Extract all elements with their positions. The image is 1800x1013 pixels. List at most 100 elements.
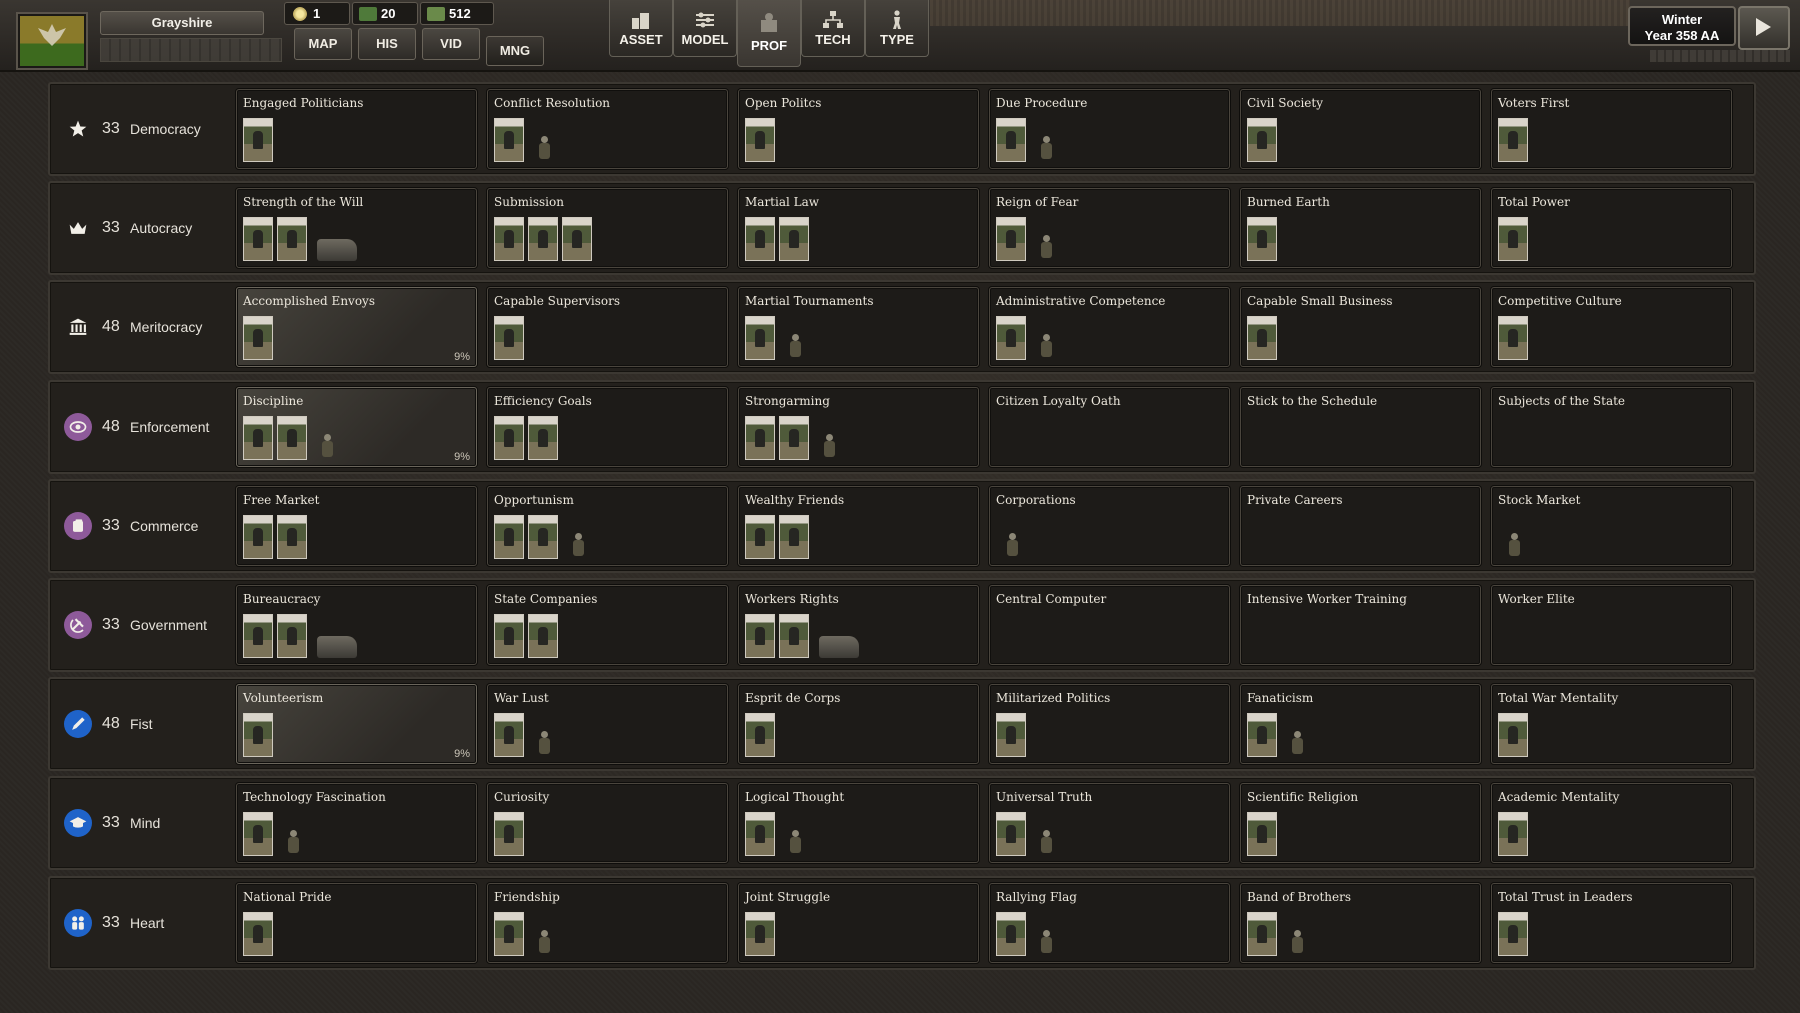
policy-card[interactable]: Free Market xyxy=(236,486,477,566)
unit-card-thumbnail[interactable] xyxy=(1498,812,1528,856)
unit-card-thumbnail[interactable] xyxy=(243,515,273,559)
unit-figure-icon[interactable] xyxy=(819,432,841,460)
tool-asset-button[interactable]: ASSET xyxy=(609,0,673,57)
unit-card-thumbnail[interactable] xyxy=(996,217,1026,261)
unit-card-thumbnail[interactable] xyxy=(1247,912,1277,956)
unit-card-thumbnail[interactable] xyxy=(494,118,524,162)
unit-figure-icon[interactable] xyxy=(283,828,305,856)
policy-card[interactable]: Workers Rights xyxy=(738,585,979,665)
unit-card-thumbnail[interactable] xyxy=(243,217,273,261)
nav-tab-his[interactable]: HIS xyxy=(358,28,416,60)
policy-card[interactable]: Universal Truth xyxy=(989,783,1230,863)
policy-card[interactable]: Reign of Fear xyxy=(989,188,1230,268)
policy-card[interactable]: Strongarming xyxy=(738,387,979,467)
policy-card[interactable]: Martial Tournaments xyxy=(738,287,979,367)
unit-card-thumbnail[interactable] xyxy=(745,416,775,460)
unit-figure-icon[interactable] xyxy=(568,531,590,559)
policy-card[interactable]: Militarized Politics xyxy=(989,684,1230,764)
policy-card[interactable]: Intensive Worker Training xyxy=(1240,585,1481,665)
policy-card[interactable]: Fanaticism xyxy=(1240,684,1481,764)
policy-card[interactable]: Total Trust in Leaders xyxy=(1491,883,1732,963)
unit-card-thumbnail[interactable] xyxy=(277,515,307,559)
policy-card[interactable]: Conflict Resolution xyxy=(487,89,728,169)
unit-card-thumbnail[interactable] xyxy=(243,614,273,658)
policy-card[interactable]: Private Careers xyxy=(1240,486,1481,566)
policy-card[interactable]: Rallying Flag xyxy=(989,883,1230,963)
policy-card[interactable]: Technology Fascination xyxy=(236,783,477,863)
policy-card[interactable]: Due Procedure xyxy=(989,89,1230,169)
unit-card-thumbnail[interactable] xyxy=(745,118,775,162)
unit-figure-icon[interactable] xyxy=(1036,828,1058,856)
unit-card-thumbnail[interactable] xyxy=(1498,713,1528,757)
policy-card[interactable]: Stick to the Schedule xyxy=(1240,387,1481,467)
tool-tech-button[interactable]: TECH xyxy=(801,0,865,57)
tool-model-button[interactable]: MODEL xyxy=(673,0,737,57)
unit-card-thumbnail[interactable] xyxy=(494,515,524,559)
nav-tab-map[interactable]: MAP xyxy=(294,28,352,60)
unit-card-thumbnail[interactable] xyxy=(1247,812,1277,856)
policy-card[interactable]: Esprit de Corps xyxy=(738,684,979,764)
unit-figure-icon[interactable] xyxy=(1504,531,1526,559)
unit-card-thumbnail[interactable] xyxy=(745,515,775,559)
unit-figure-icon[interactable] xyxy=(1002,531,1024,559)
unit-card-thumbnail[interactable] xyxy=(277,614,307,658)
policy-card[interactable]: Logical Thought xyxy=(738,783,979,863)
unit-card-thumbnail[interactable] xyxy=(1498,217,1528,261)
policy-card[interactable]: Scientific Religion xyxy=(1240,783,1481,863)
unit-card-thumbnail[interactable] xyxy=(1498,118,1528,162)
unit-card-thumbnail[interactable] xyxy=(779,515,809,559)
unit-card-thumbnail[interactable] xyxy=(243,118,273,162)
unit-card-thumbnail[interactable] xyxy=(277,217,307,261)
unit-card-thumbnail[interactable] xyxy=(745,912,775,956)
unit-figure-icon[interactable] xyxy=(317,432,339,460)
unit-card-thumbnail[interactable] xyxy=(528,515,558,559)
policy-card[interactable]: Corporations xyxy=(989,486,1230,566)
unit-card-thumbnail[interactable] xyxy=(494,614,524,658)
policy-card[interactable]: Capable Small Business xyxy=(1240,287,1481,367)
unit-card-thumbnail[interactable] xyxy=(996,118,1026,162)
unit-figure-icon[interactable] xyxy=(1036,233,1058,261)
unit-figure-icon[interactable] xyxy=(534,134,556,162)
nav-tab-mng[interactable]: MNG xyxy=(486,36,544,66)
unit-card-thumbnail[interactable] xyxy=(779,416,809,460)
policy-card[interactable]: Academic Mentality xyxy=(1491,783,1732,863)
unit-card-thumbnail[interactable] xyxy=(277,416,307,460)
unit-card-thumbnail[interactable] xyxy=(562,217,592,261)
policy-card[interactable]: Bureaucracy xyxy=(236,585,477,665)
policy-card[interactable]: Civil Society xyxy=(1240,89,1481,169)
unit-card-thumbnail[interactable] xyxy=(494,812,524,856)
policy-card[interactable]: War Lust xyxy=(487,684,728,764)
policy-card[interactable]: Open Politcs xyxy=(738,89,979,169)
unit-figure-icon[interactable] xyxy=(1287,928,1309,956)
unit-card-thumbnail[interactable] xyxy=(1498,316,1528,360)
unit-card-thumbnail[interactable] xyxy=(243,912,273,956)
policy-card[interactable]: Subjects of the State xyxy=(1491,387,1732,467)
policy-card[interactable]: Worker Elite xyxy=(1491,585,1732,665)
unit-card-thumbnail[interactable] xyxy=(243,316,273,360)
policy-card[interactable]: Total War Mentality xyxy=(1491,684,1732,764)
nav-tab-vid[interactable]: VID xyxy=(422,28,480,60)
policy-card[interactable]: Joint Struggle xyxy=(738,883,979,963)
unit-card-thumbnail[interactable] xyxy=(1247,316,1277,360)
policy-card[interactable]: Competitive Culture xyxy=(1491,287,1732,367)
tool-prof-button[interactable]: PROF xyxy=(737,0,801,67)
tool-type-button[interactable]: TYPE xyxy=(865,0,929,57)
unit-card-thumbnail[interactable] xyxy=(528,614,558,658)
policy-card[interactable]: Efficiency Goals xyxy=(487,387,728,467)
unit-card-thumbnail[interactable] xyxy=(1247,118,1277,162)
policy-card[interactable]: Administrative Competence xyxy=(989,287,1230,367)
unit-card-thumbnail[interactable] xyxy=(494,217,524,261)
end-turn-button[interactable] xyxy=(1738,6,1790,50)
unit-figure-icon[interactable] xyxy=(1287,729,1309,757)
vehicle-icon[interactable] xyxy=(317,636,357,658)
unit-card-thumbnail[interactable] xyxy=(745,316,775,360)
unit-card-thumbnail[interactable] xyxy=(996,912,1026,956)
policy-card[interactable]: Martial Law xyxy=(738,188,979,268)
policy-card[interactable]: Strength of the Will xyxy=(236,188,477,268)
unit-card-thumbnail[interactable] xyxy=(243,812,273,856)
policy-card[interactable]: Accomplished Envoys 9% xyxy=(236,287,477,367)
policy-card[interactable]: Volunteerism 9% xyxy=(236,684,477,764)
unit-card-thumbnail[interactable] xyxy=(243,713,273,757)
unit-card-thumbnail[interactable] xyxy=(745,217,775,261)
policy-card[interactable]: Engaged Politicians xyxy=(236,89,477,169)
